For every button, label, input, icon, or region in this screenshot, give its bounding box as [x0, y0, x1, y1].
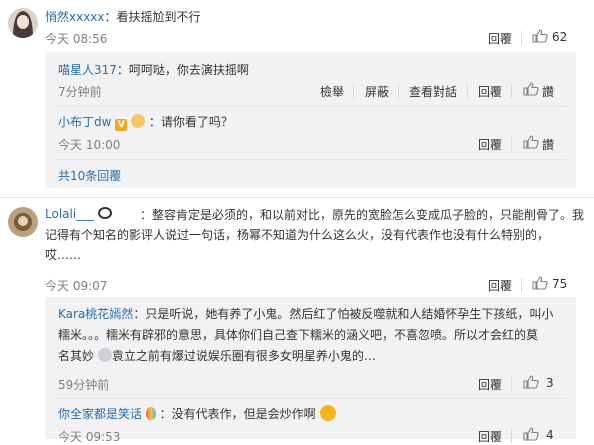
divider	[521, 31, 522, 45]
thumbs-up-icon	[532, 29, 548, 43]
laughing-emoji-icon	[319, 405, 336, 421]
reply-body: 小布丁dw V ：请你看了吗？	[58, 113, 233, 131]
balloon-icon	[145, 407, 156, 420]
thumbs-up-icon	[523, 135, 539, 149]
reply-button[interactable]: 回覆	[478, 376, 502, 393]
timestamp: 7分钟前	[58, 85, 102, 99]
username-link[interactable]: 你全家都是笑话	[58, 407, 142, 421]
comment-header: Lolali___	[45, 207, 112, 221]
reply-text: ：呵呵哒，你去演扶摇啊	[116, 63, 249, 77]
verified-badge-icon: V	[115, 119, 128, 131]
avatar[interactable]	[8, 207, 38, 237]
like-button[interactable]	[532, 276, 548, 290]
like-label: 讚	[542, 138, 555, 152]
reply-text: ：没有代表作，但是会炒作啊	[159, 407, 316, 421]
comment-text: ：看扶摇尬到不行	[104, 10, 201, 24]
divider	[0, 197, 594, 198]
comment-text-line: 记得有个知名的影评人说过一句话，杨幂不知道为什么这么火，没有代表作也没有什么特别…	[45, 228, 550, 242]
divider	[353, 84, 354, 98]
like-count: 3	[546, 376, 554, 390]
timestamp: 今天 09:07	[45, 279, 108, 293]
like-button[interactable]	[532, 29, 548, 43]
thumbs-up-icon	[523, 375, 539, 389]
reply-button[interactable]: 回覆	[478, 428, 502, 445]
timestamp: 今天 08:56	[45, 32, 108, 46]
divider	[511, 137, 512, 151]
reply-button[interactable]: 回覆	[478, 83, 502, 100]
like-button[interactable]	[523, 82, 539, 96]
avatar-image	[8, 8, 38, 38]
divider	[511, 429, 512, 443]
timestamp: 59分钟前	[58, 378, 110, 392]
like-label: 讚	[542, 85, 555, 99]
timestamp: 今天 10:00	[58, 138, 121, 152]
username-link[interactable]: 小布丁dw	[58, 115, 111, 129]
reply-text: ：请你看了吗？	[148, 115, 233, 129]
like-count: 4	[546, 428, 554, 442]
face-emoji-icon	[131, 114, 146, 128]
like-button[interactable]	[523, 375, 539, 389]
username-link[interactable]: 悄然xxxxx	[45, 10, 105, 24]
divider	[55, 398, 567, 399]
like-count: 62	[552, 30, 568, 44]
username-link[interactable]: 喵星人317	[58, 63, 117, 77]
reply-text: 名其妙	[58, 349, 95, 363]
report-button[interactable]: 檢舉	[320, 83, 344, 100]
reply-body: 喵星人317：呵呵哒，你去演扶摇啊	[58, 61, 249, 78]
divider	[521, 278, 522, 292]
reply-button[interactable]: 回覆	[488, 277, 512, 294]
divider	[467, 84, 468, 98]
reply-text: 袁立之前有爆过说娱乐圈有很多女明星养小鬼的…	[111, 349, 376, 363]
reply-text-line: 糯米。。。糯米有辟邪的意思，具体你们自己查下糯米的涵义吧，不喜忽喷。所以才会红的…	[58, 328, 539, 342]
reply-button[interactable]: 回覆	[478, 136, 502, 153]
more-replies-link[interactable]: 共10条回覆	[58, 167, 121, 184]
comment-body: 悄然xxxxx：看扶摇尬到不行	[45, 8, 201, 25]
view-conversation-button[interactable]: 查看對話	[409, 83, 457, 100]
username-link[interactable]: Kara桃花嫣然	[58, 307, 133, 321]
divider	[511, 377, 512, 391]
avatar[interactable]	[8, 8, 38, 38]
reply-text-line: 名其妙 袁立之前有爆过说娱乐圈有很多女明星养小鬼的…	[58, 346, 376, 366]
reply-button[interactable]: 回覆	[488, 30, 512, 47]
divider	[55, 106, 567, 107]
panda-emoji-icon	[98, 207, 112, 219]
comment-text-line: 哎……	[45, 248, 82, 262]
ghost-emoji-icon	[97, 348, 112, 362]
divider	[398, 84, 399, 98]
comment-text-line: ：整容肯定是必须的，和以前对比，原先的宽脸怎么变成瓜子脸的，只能削骨了。我	[140, 208, 585, 222]
like-button[interactable]	[523, 135, 539, 149]
like-count: 75	[552, 277, 568, 291]
block-button[interactable]: 屏蔽	[365, 83, 389, 100]
reply-body: 你全家都是笑话 ：没有代表作，但是会炒作啊	[58, 405, 336, 422]
thumbs-up-icon	[532, 276, 548, 290]
timestamp: 今天 09:53	[58, 430, 121, 444]
thumbs-up-icon	[523, 82, 539, 96]
reply-text-line: Kara桃花嫣然：只是听说，她有养了小鬼。然后红了怕被反噬就和人结婚怀孕生下孩纸…	[58, 304, 553, 324]
avatar-image	[8, 207, 38, 237]
divider	[511, 84, 512, 98]
divider	[55, 159, 567, 160]
reply-text: ：只是听说，她有养了小鬼。然后红了怕被反噬就和人结婚怀孕生下孩纸，叫小	[133, 307, 554, 321]
username-link[interactable]: Lolali___	[45, 207, 94, 221]
